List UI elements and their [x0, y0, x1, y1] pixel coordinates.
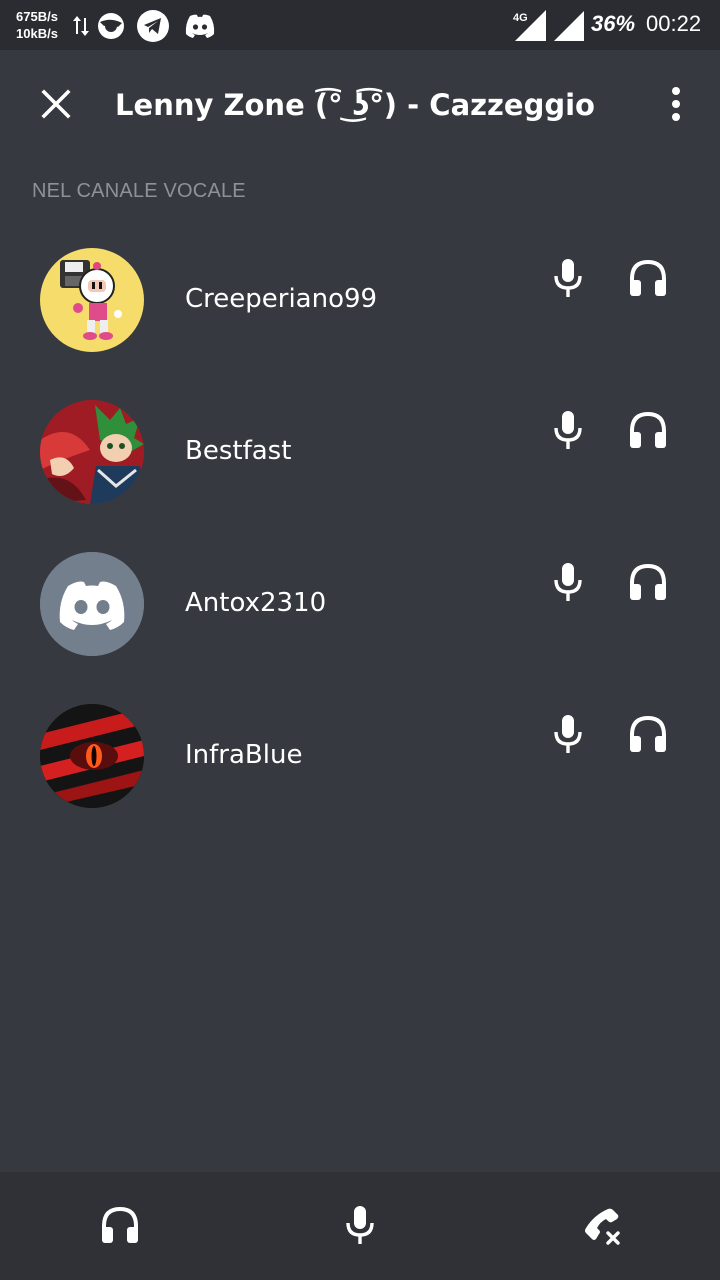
member-headphones-button[interactable] [626, 410, 670, 454]
member-name: Creeperiano99 [185, 284, 378, 314]
avatar [40, 704, 144, 808]
member-mic-button[interactable] [548, 410, 588, 454]
microphone-icon [553, 562, 583, 606]
discord-default-avatar-icon [40, 552, 144, 656]
member-name: Antox2310 [185, 588, 327, 618]
voice-controls-bar [0, 1172, 720, 1280]
member-mic-button[interactable] [548, 562, 588, 606]
app-header: Lenny Zone (͡° ͜ʖ͡°) - Cazzeggio [0, 50, 720, 162]
telegram-icon [136, 9, 170, 47]
channel-title: Lenny Zone (͡° ͜ʖ͡°) - Cazzeggio [115, 88, 595, 122]
signal-icon [552, 10, 586, 46]
download-speed: 675B/s [16, 9, 58, 24]
bomberman-avatar-icon [60, 260, 122, 340]
network-speed: 675B/s 10kB/s [16, 8, 58, 42]
headphones-icon [628, 563, 668, 605]
browser-icon [96, 11, 126, 45]
microphone-icon [553, 258, 583, 302]
headphones-icon [628, 259, 668, 301]
close-icon [41, 89, 71, 123]
member-mic-button[interactable] [548, 714, 588, 758]
avatar [40, 248, 144, 352]
section-label: NEL CANALE VOCALE [32, 180, 246, 202]
anime-hero-avatar-icon [40, 400, 144, 504]
mute-button[interactable] [330, 1200, 390, 1254]
status-bar: 675B/s 10kB/s 4G 36% 00:22 [0, 0, 720, 50]
close-button[interactable] [36, 86, 76, 126]
disconnect-button[interactable] [572, 1200, 632, 1254]
member-name: Bestfast [185, 436, 292, 466]
member-name: InfraBlue [185, 740, 303, 770]
headphones-icon [628, 411, 668, 453]
member-row[interactable]: Creeperiano99 [0, 248, 720, 400]
headphones-icon [628, 715, 668, 757]
transfer-arrows-icon [72, 14, 90, 42]
deafen-button[interactable] [90, 1200, 150, 1254]
member-row[interactable]: Antox2310 [0, 552, 720, 704]
microphone-icon [553, 410, 583, 454]
clock: 00:22 [646, 11, 702, 36]
network-type: 4G [513, 12, 528, 24]
headphones-icon [100, 1206, 140, 1248]
battery-percent: 36% [591, 11, 636, 36]
more-vertical-icon [670, 86, 682, 126]
more-options-button[interactable] [658, 84, 694, 128]
disconnect-call-icon [582, 1205, 622, 1249]
member-headphones-button[interactable] [626, 258, 670, 302]
member-mic-button[interactable] [548, 258, 588, 302]
red-eye-avatar-icon [40, 704, 144, 808]
microphone-icon [553, 714, 583, 758]
member-headphones-button[interactable] [626, 562, 670, 606]
microphone-icon [345, 1205, 375, 1249]
member-row[interactable]: InfraBlue [0, 704, 720, 856]
avatar [40, 552, 144, 656]
signal-4g-icon: 4G [512, 10, 548, 46]
member-row[interactable]: Bestfast [0, 400, 720, 552]
upload-speed: 10kB/s [16, 26, 58, 41]
discord-icon [184, 13, 216, 43]
avatar [40, 400, 144, 504]
member-headphones-button[interactable] [626, 714, 670, 758]
